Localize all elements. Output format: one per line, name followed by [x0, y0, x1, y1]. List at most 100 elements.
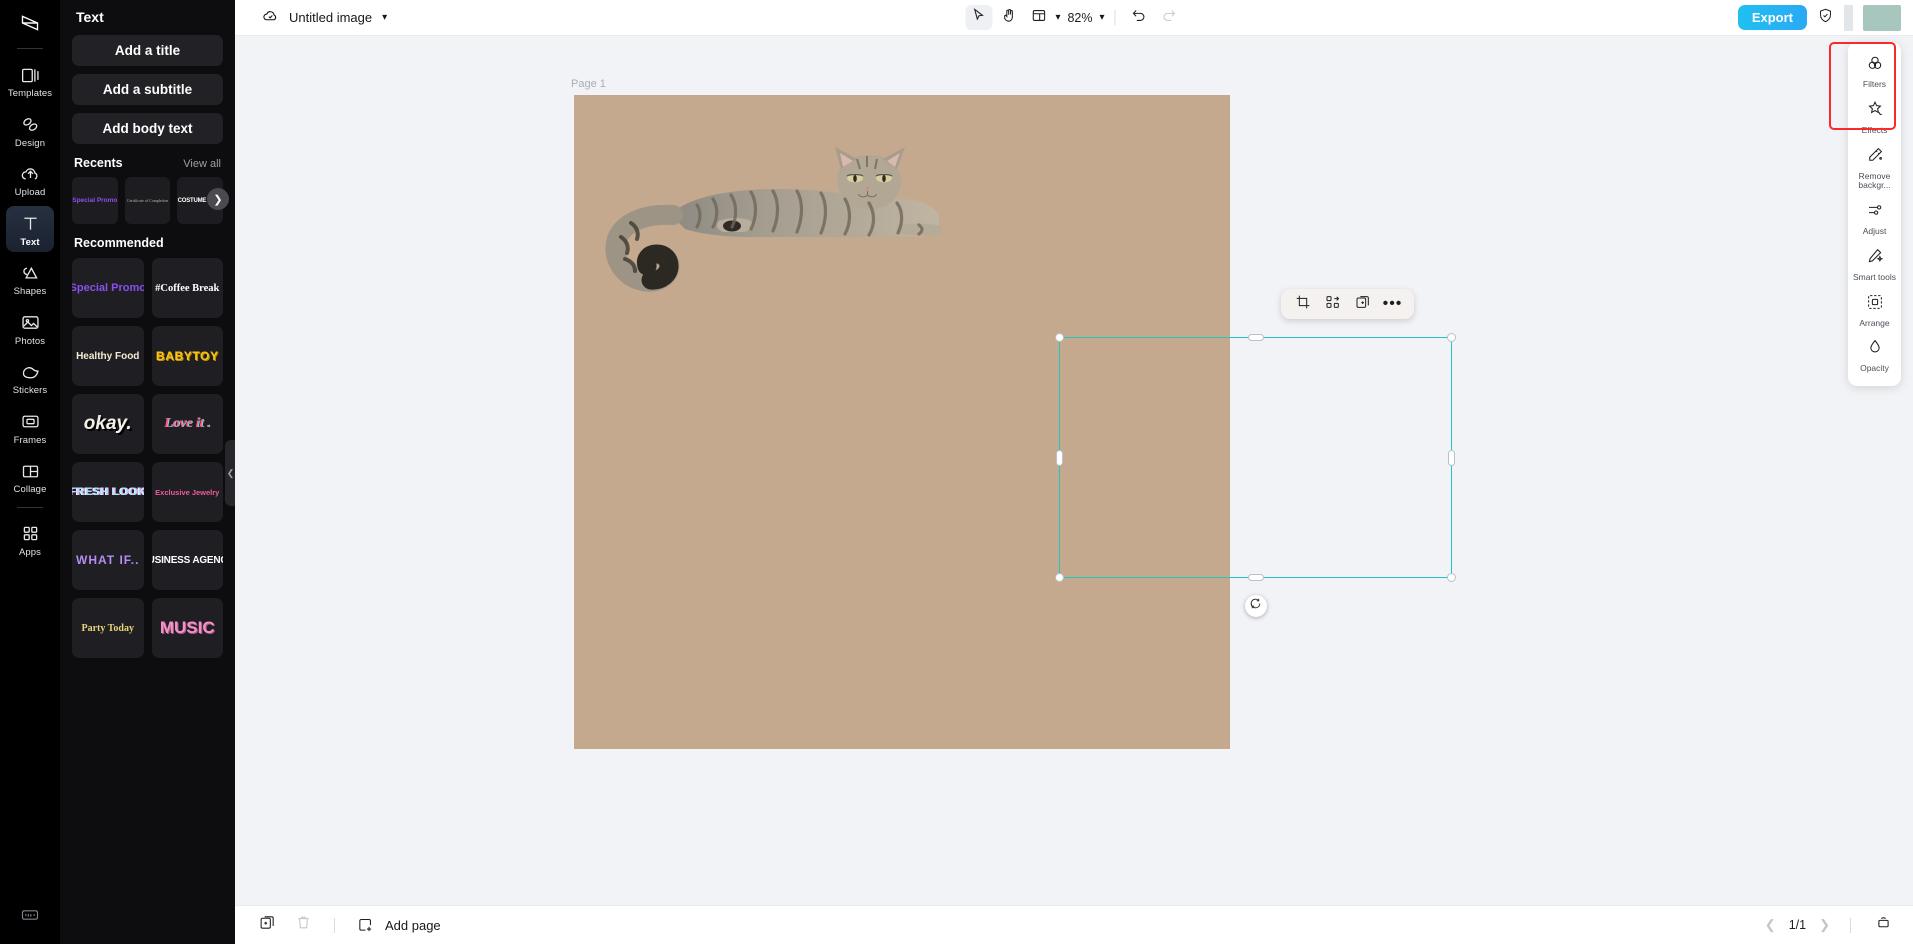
select-cursor-button[interactable]	[965, 5, 992, 30]
apps-icon	[19, 523, 41, 545]
tool-adjust[interactable]: Adjust	[1850, 195, 1899, 241]
redo-button[interactable]	[1156, 5, 1183, 30]
chevron-down-icon[interactable]: ▾	[1055, 12, 1060, 23]
remove-background-icon	[1866, 146, 1884, 169]
recent-label: Certificate of Completion	[127, 198, 168, 204]
sidebar-item-upload[interactable]: Upload	[6, 156, 54, 203]
resize-handle-bottom[interactable]	[1248, 574, 1264, 581]
sidebar-label: Photos	[15, 337, 45, 347]
sidebar-item-stickers[interactable]: Stickers	[6, 354, 54, 401]
template-card[interactable]: BABYTOY	[152, 326, 224, 386]
add-subtitle-button[interactable]: Add a subtitle	[72, 74, 223, 105]
pages-grid-icon	[1875, 914, 1892, 936]
layout-view-button[interactable]	[1025, 5, 1052, 30]
template-label: #Coffee Break	[155, 283, 219, 294]
sidebar-item-shapes[interactable]: Shapes	[6, 255, 54, 302]
document-title[interactable]: Untitled image	[289, 10, 372, 25]
sidebar-item-templates[interactable]: Templates	[6, 57, 54, 104]
tool-arrange[interactable]: Arrange	[1850, 287, 1899, 333]
tool-filters[interactable]: Filters	[1850, 48, 1899, 94]
sidebar-label: Text	[20, 238, 39, 248]
stickers-icon	[19, 361, 41, 383]
keyboard-shortcuts-button[interactable]	[0, 905, 60, 930]
tool-effects[interactable]: Effects	[1850, 94, 1899, 140]
pages-grid-button[interactable]	[1871, 913, 1896, 938]
template-card[interactable]: Love it .	[152, 394, 224, 454]
add-body-text-button[interactable]: Add body text	[72, 113, 223, 144]
template-card[interactable]: MUSIC	[152, 598, 224, 658]
hand-pan-button[interactable]	[995, 5, 1022, 30]
rotate-handle-icon	[1249, 597, 1262, 615]
shield-check-icon[interactable]	[1817, 7, 1834, 29]
cat-image[interactable]	[601, 137, 941, 312]
add-title-button[interactable]: Add a title	[72, 35, 223, 66]
template-card[interactable]: WHAT IF..	[72, 530, 144, 590]
chevron-right-icon: ❯	[213, 193, 222, 206]
avatar[interactable]	[1863, 5, 1901, 31]
page-indicator: 1/1	[1789, 918, 1806, 932]
sidebar-item-collage[interactable]: Collage	[6, 453, 54, 500]
sidebar-item-apps[interactable]: Apps	[6, 516, 54, 563]
duplicate-button[interactable]	[1350, 292, 1375, 316]
crop-button[interactable]	[1290, 292, 1315, 316]
resize-handle-top[interactable]	[1248, 334, 1264, 341]
cloud-saved-icon[interactable]	[262, 7, 279, 29]
resize-handle-top-right[interactable]	[1447, 333, 1456, 342]
recents-next-button[interactable]: ❯	[207, 188, 229, 210]
chevron-down-icon[interactable]: ▾	[1100, 12, 1105, 23]
recent-item[interactable]: Certificate of Completion	[125, 177, 171, 224]
select-cursor-icon	[970, 7, 987, 29]
undo-button[interactable]	[1126, 5, 1153, 30]
panel-title: Text	[72, 0, 223, 35]
flip-position-button[interactable]	[1320, 292, 1345, 316]
zoom-level[interactable]: 82%	[1063, 11, 1096, 25]
rail-divider	[17, 48, 43, 49]
resize-handle-bottom-left[interactable]	[1055, 573, 1064, 582]
tool-opacity[interactable]: Opacity	[1850, 332, 1899, 378]
template-card[interactable]: #Coffee Break	[152, 258, 224, 318]
next-page-button[interactable]: ❯	[1819, 917, 1830, 933]
recents-view-all-link[interactable]: View all	[183, 158, 221, 170]
duplicate-page-button[interactable]	[255, 913, 280, 938]
add-page-button[interactable]: Add page	[353, 913, 441, 938]
tool-smart-tools[interactable]: Smart tools	[1850, 241, 1899, 287]
chevron-down-icon[interactable]: ▾	[382, 12, 387, 23]
canvas-page[interactable]	[574, 95, 1230, 749]
more-options-button[interactable]: •••	[1380, 292, 1405, 316]
canvas-stage[interactable]: Page 1	[235, 36, 1913, 905]
template-card[interactable]: Healthy Food	[72, 326, 144, 386]
selection-bounding-box[interactable]	[1059, 337, 1452, 578]
add-page-icon	[353, 913, 378, 938]
resize-handle-left[interactable]	[1056, 450, 1063, 466]
keyboard-icon	[20, 905, 40, 930]
template-card[interactable]: Special Promo	[72, 258, 144, 318]
panel-collapse-handle[interactable]: ❮	[225, 440, 235, 506]
prev-page-button[interactable]: ❮	[1765, 917, 1776, 933]
recent-label: Special Promo	[72, 197, 117, 204]
resize-handle-right[interactable]	[1448, 450, 1455, 466]
tool-remove-background[interactable]: Remove backgr...	[1850, 140, 1899, 196]
resize-handle-top-left[interactable]	[1055, 333, 1064, 342]
duplicate-icon	[1355, 294, 1371, 315]
template-card[interactable]: Exclusive Jewelry	[152, 462, 224, 522]
export-button[interactable]: Export	[1738, 5, 1807, 30]
recents-title: Recents	[74, 156, 123, 170]
flip-position-icon	[1325, 294, 1341, 315]
add-page-label: Add page	[385, 918, 441, 933]
recent-item[interactable]: Special Promo	[72, 177, 118, 224]
template-card[interactable]: BUSINESS AGENCY	[152, 530, 224, 590]
tool-label: Filters	[1863, 80, 1886, 90]
delete-page-button[interactable]	[291, 913, 316, 938]
template-card[interactable]: FRESH LOOK	[72, 462, 144, 522]
sidebar-item-text[interactable]: Text	[6, 206, 54, 253]
template-card[interactable]: Party Today	[72, 598, 144, 658]
sidebar-item-design[interactable]: Design	[6, 107, 54, 154]
rotate-handle[interactable]	[1245, 595, 1267, 617]
sidebar-item-frames[interactable]: Frames	[6, 404, 54, 451]
app-logo-icon[interactable]	[10, 8, 50, 38]
template-card[interactable]: okay.	[72, 394, 144, 454]
resize-handle-bottom-right[interactable]	[1447, 573, 1456, 582]
template-label: Healthy Food	[76, 351, 139, 362]
sidebar-item-photos[interactable]: Photos	[6, 305, 54, 352]
bottom-right-controls: ❮ 1/1 ❯	[1765, 913, 1896, 938]
